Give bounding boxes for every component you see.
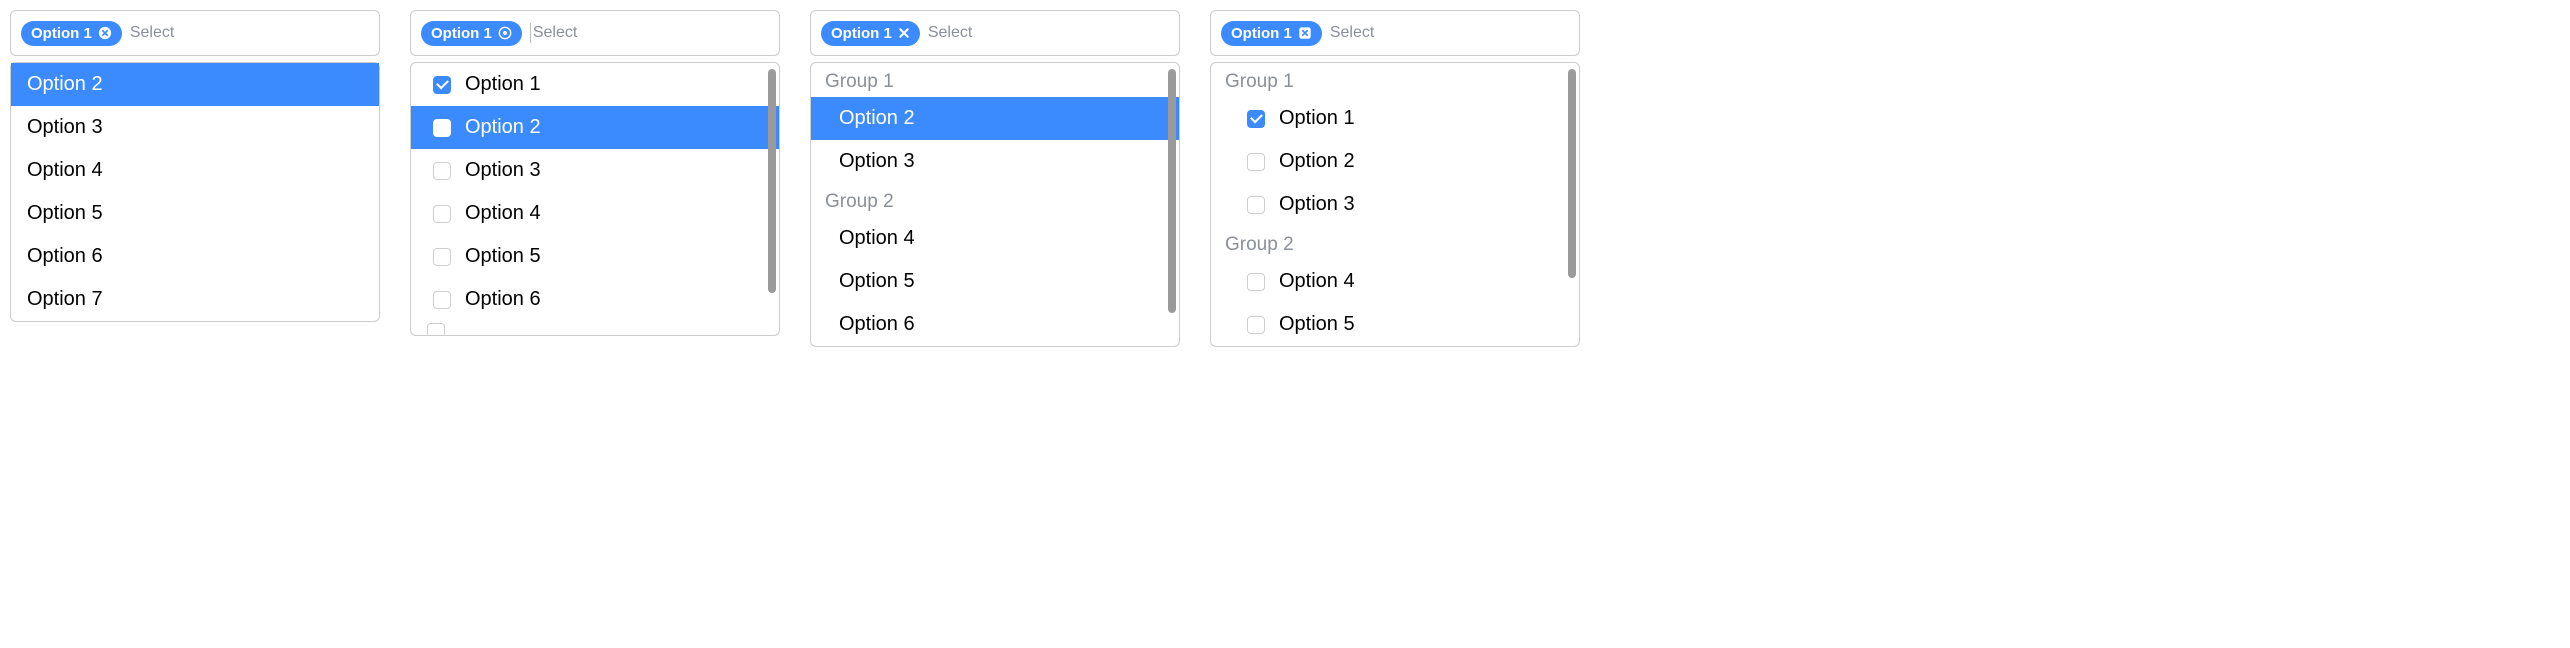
scrollbar-thumb[interactable] (768, 69, 776, 293)
group-label: Group 2 (811, 183, 1179, 217)
option[interactable]: Option 2 (11, 63, 379, 106)
selected-chip[interactable]: Option 1 (821, 21, 920, 46)
option[interactable]: Option 6 (811, 303, 1179, 346)
checkbox-icon[interactable] (1247, 196, 1265, 214)
option[interactable]: Option 2 (1211, 140, 1579, 183)
option-label: Option 1 (1279, 107, 1355, 130)
option-label: Option 5 (465, 245, 541, 268)
checkbox-checked-icon[interactable] (433, 76, 451, 94)
scrollbar[interactable] (1568, 69, 1576, 340)
option-label: Option 2 (839, 107, 915, 130)
option[interactable]: Option 4 (411, 192, 779, 235)
select-trigger[interactable]: Option 1 Select (1210, 10, 1580, 56)
option[interactable]: Option 5 (1211, 303, 1579, 346)
group-label: Group 2 (1211, 226, 1579, 260)
remove-square-x-icon[interactable] (1298, 26, 1312, 40)
checkbox-icon[interactable] (433, 205, 451, 223)
remove-x-circle-icon[interactable] (98, 26, 112, 40)
checkbox-icon[interactable] (1247, 153, 1265, 171)
multiselect-grouped-checkboxes: Option 1 Select Group 1 Option 1 Option … (1210, 10, 1580, 347)
selected-chip[interactable]: Option 1 (1221, 21, 1322, 46)
option-label: Option 3 (27, 116, 103, 139)
scrollbar-thumb[interactable] (1168, 69, 1176, 313)
option[interactable]: Option 5 (11, 192, 379, 235)
selected-chip[interactable]: Option 1 (21, 21, 122, 46)
multiselect-basic: Option 1 Select Option 2 Option 3 Option… (10, 10, 380, 322)
option-label: Option 4 (465, 202, 541, 225)
option-label: Option 6 (465, 288, 541, 311)
option[interactable]: Option 4 (811, 217, 1179, 260)
option-label: Option 6 (27, 245, 103, 268)
option-label: Option 3 (839, 150, 915, 173)
option[interactable]: Option 6 (411, 278, 779, 321)
option[interactable]: Option 7 (11, 278, 379, 321)
checkbox-icon[interactable] (1247, 273, 1265, 291)
multiselect-checkboxes: Option 1 Select Option 1 Option 2 Option… (410, 10, 780, 336)
option-label: Option 2 (465, 116, 541, 139)
option-label: Option 5 (1279, 313, 1355, 336)
chip-label: Option 1 (831, 25, 892, 42)
option-label: Option 5 (839, 270, 915, 293)
option[interactable]: Option 2 (411, 106, 779, 149)
select-placeholder: Select (130, 24, 174, 42)
option[interactable]: Option 1 (1211, 97, 1579, 140)
option-label: Option 3 (1279, 193, 1355, 216)
option[interactable]: Option 5 (811, 260, 1179, 303)
option-label: Option 4 (1279, 270, 1355, 293)
dropdown-list: Option 1 Option 2 Option 3 Option 4 Opti… (410, 62, 780, 336)
group-label: Group 1 (1211, 63, 1579, 97)
checkbox-icon[interactable] (1247, 316, 1265, 334)
option[interactable]: Option 6 (11, 235, 379, 278)
select-placeholder: Select (928, 24, 972, 42)
option[interactable]: Option 3 (811, 140, 1179, 183)
remove-x-icon[interactable] (898, 27, 910, 39)
chip-label: Option 1 (31, 25, 92, 42)
dropdown-list: Group 1 Option 2 Option 3 Group 2 Option… (810, 62, 1180, 347)
select-placeholder: Select (530, 23, 577, 43)
option-label: Option 7 (27, 288, 103, 311)
scrollbar[interactable] (768, 69, 776, 329)
checkbox-icon[interactable] (433, 162, 451, 180)
option-label: Option 5 (27, 202, 103, 225)
option-label: Option 2 (1279, 150, 1355, 173)
select-trigger[interactable]: Option 1 Select (810, 10, 1180, 56)
option[interactable]: Option 2 (811, 97, 1179, 140)
checkbox-icon[interactable] (433, 291, 451, 309)
option-label: Option 6 (839, 313, 915, 336)
option[interactable]: Option 3 (411, 149, 779, 192)
multiselect-grouped: Option 1 Select Group 1 Option 2 Option … (810, 10, 1180, 347)
dropdown-list: Group 1 Option 1 Option 2 Option 3 Group… (1210, 62, 1580, 347)
scrollbar[interactable] (1168, 69, 1176, 340)
checkbox-icon[interactable] (433, 119, 451, 137)
option-label: Option 4 (839, 227, 915, 250)
option[interactable]: Option 3 (1211, 183, 1579, 226)
option-label: Option 2 (27, 73, 103, 96)
chip-label: Option 1 (431, 25, 492, 42)
select-placeholder: Select (1330, 24, 1374, 42)
option-label: Option 3 (465, 159, 541, 182)
dropdown-list: Option 2 Option 3 Option 4 Option 5 Opti… (10, 62, 380, 322)
option-label: Option 4 (27, 159, 103, 182)
option-label: Option 1 (465, 73, 541, 96)
option[interactable]: Option 4 (11, 149, 379, 192)
option[interactable]: Option 5 (411, 235, 779, 278)
option[interactable]: Option 4 (1211, 260, 1579, 303)
checkbox-icon[interactable] (427, 323, 445, 335)
select-trigger[interactable]: Option 1 Select (410, 10, 780, 56)
group-label: Group 1 (811, 63, 1179, 97)
scrollbar-thumb[interactable] (1568, 69, 1576, 278)
checkbox-icon[interactable] (433, 248, 451, 266)
select-trigger[interactable]: Option 1 Select (10, 10, 380, 56)
remove-circle-dot-icon[interactable] (498, 26, 512, 40)
chip-label: Option 1 (1231, 25, 1292, 42)
checkbox-checked-icon[interactable] (1247, 110, 1265, 128)
option-cutoff[interactable] (411, 321, 779, 335)
option[interactable]: Option 3 (11, 106, 379, 149)
option[interactable]: Option 1 (411, 63, 779, 106)
selected-chip[interactable]: Option 1 (421, 21, 522, 46)
